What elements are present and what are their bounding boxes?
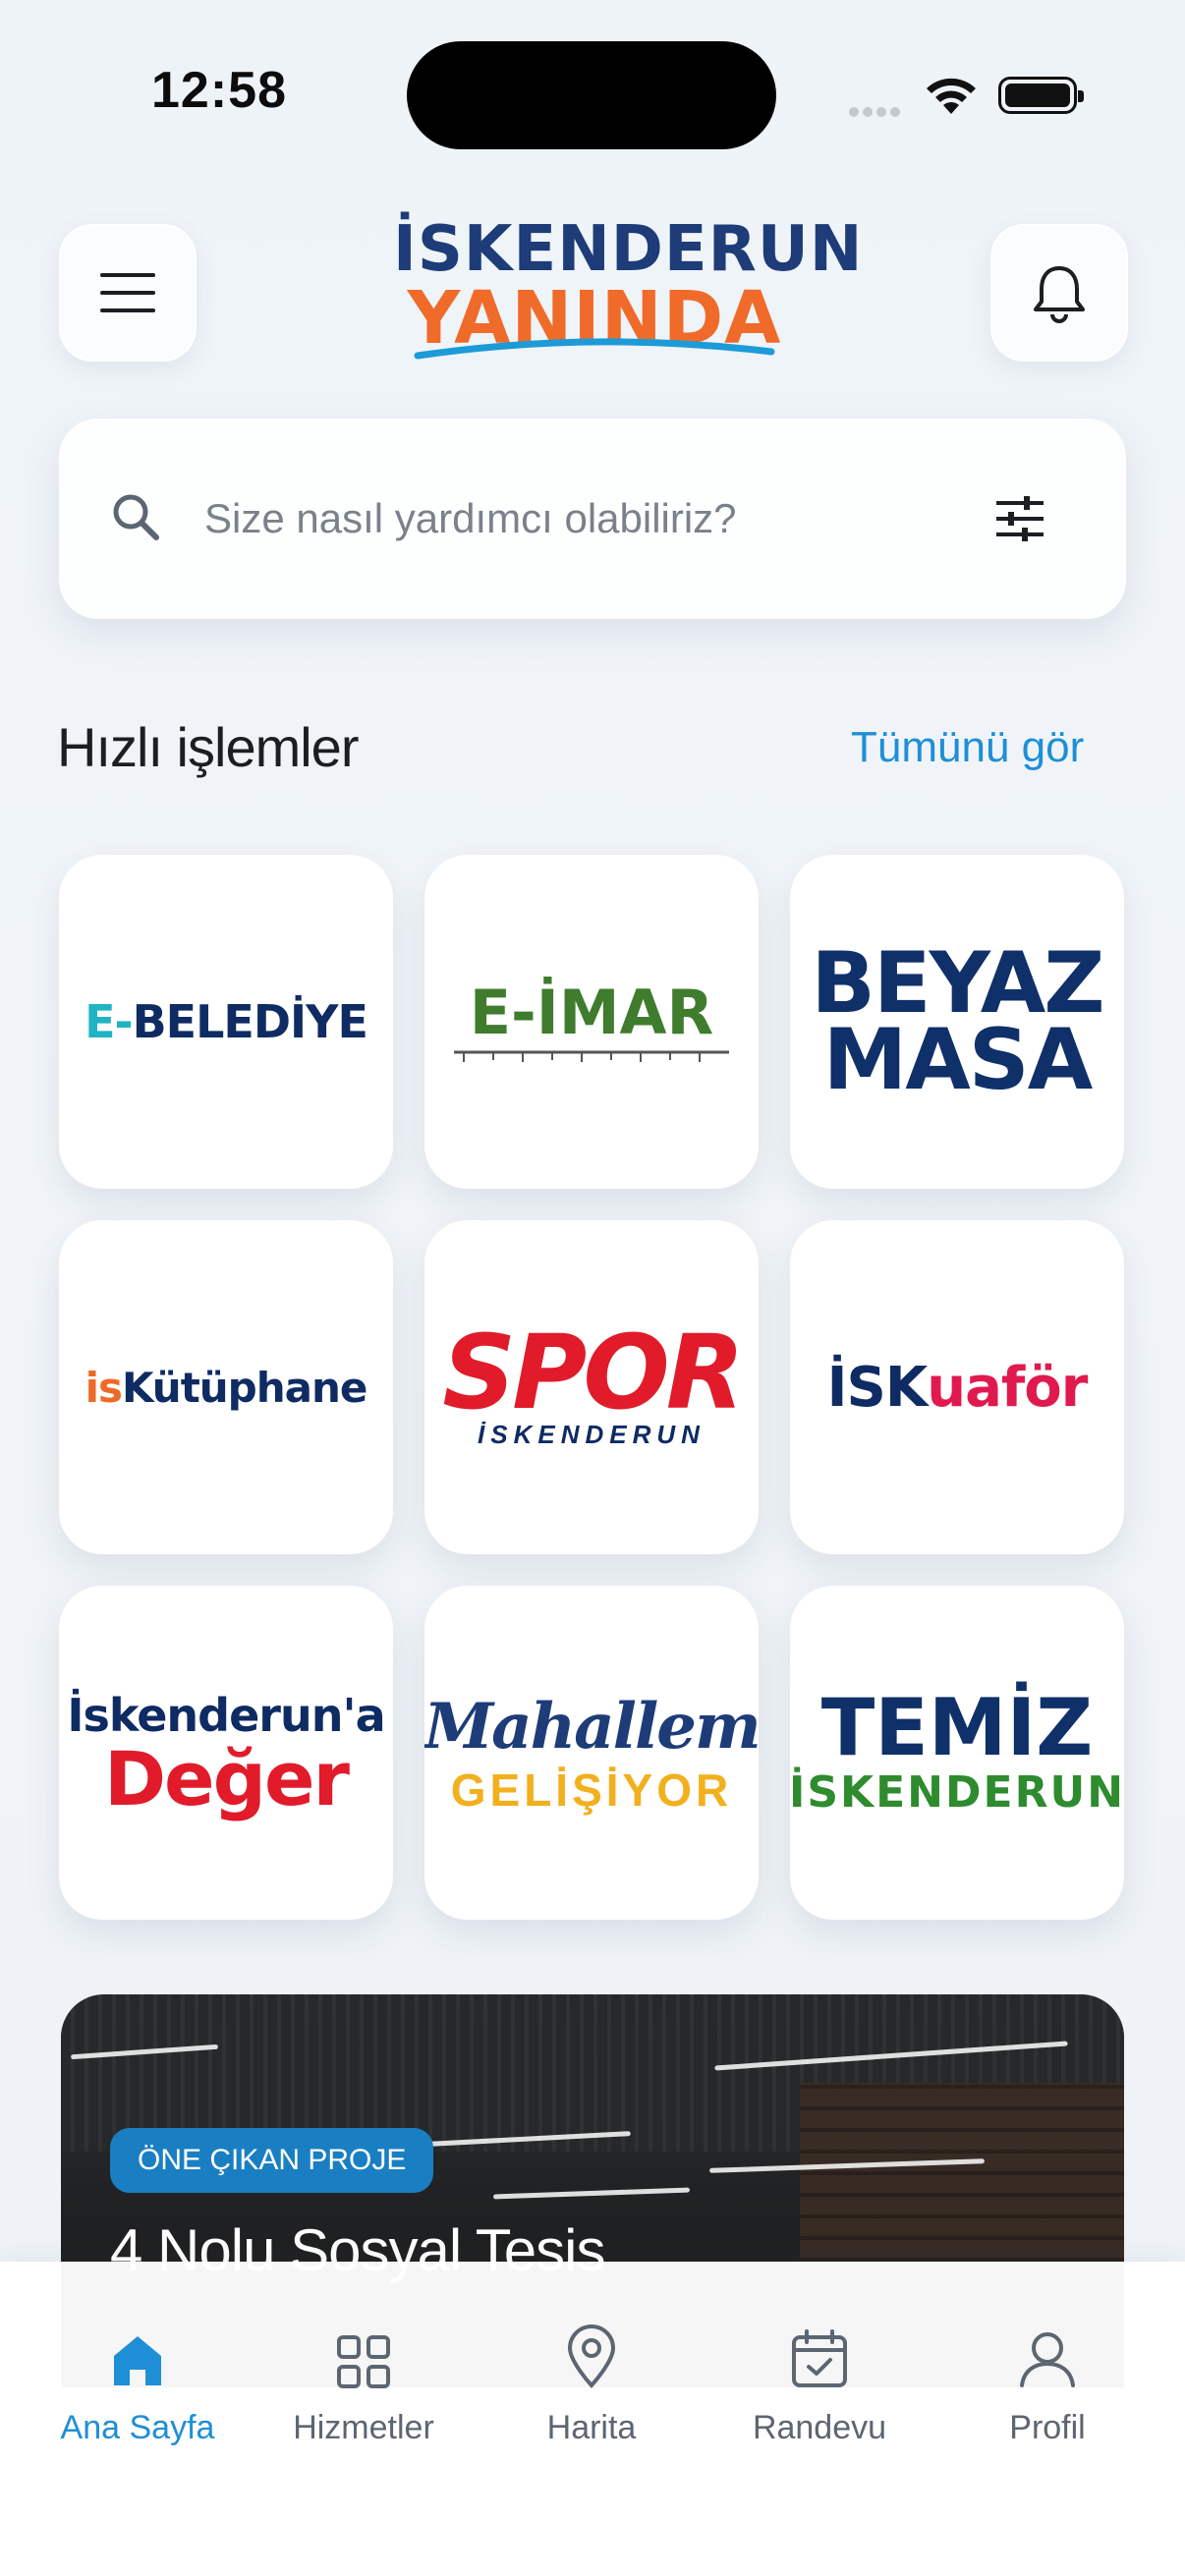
tab-label: Harita	[546, 2409, 637, 2446]
bell-icon	[1034, 266, 1085, 323]
tile-temiz[interactable]: TEMİZ İSKENDERUN	[790, 1586, 1124, 1920]
tile-e-belediye[interactable]: E-BELEDİYE	[59, 855, 393, 1189]
ruler-icon	[454, 1050, 729, 1062]
hamburger-menu-icon	[100, 273, 155, 312]
logo-wave-icon	[414, 338, 775, 360]
dynamic-island	[407, 41, 776, 149]
user-icon	[1020, 2332, 1075, 2387]
status-time: 12:58	[151, 62, 287, 119]
featured-badge: ÖNE ÇIKAN PROJE	[110, 2128, 434, 2193]
eimar-name: E-İMAR	[469, 976, 714, 1048]
deger-line1: İskenderun'a	[67, 1689, 385, 1742]
tile-deger[interactable]: İskenderun'a Değer	[59, 1586, 393, 1920]
bottom-tab-bar: Ana Sayfa Hizmetler Harita Randevu Profi…	[0, 2262, 1185, 2576]
tab-label: Hizmetler	[293, 2409, 434, 2446]
tab-map[interactable]: Harita	[493, 2315, 690, 2447]
map-pin-icon	[567, 2324, 616, 2388]
kutuphane-name: Kütüphane	[122, 1363, 367, 1412]
tab-services[interactable]: Hizmetler	[265, 2315, 462, 2447]
sliders-icon[interactable]	[994, 493, 1045, 544]
search-icon	[113, 494, 159, 540]
mahallem-line2: GELİŞİYOR	[450, 1764, 733, 1816]
tab-profile[interactable]: Profil	[949, 2315, 1146, 2447]
tile-kutuphane[interactable]: isKütüphane	[59, 1220, 393, 1554]
home-icon	[114, 2336, 161, 2385]
tab-home[interactable]: Ana Sayfa	[39, 2315, 236, 2447]
tab-label: Randevu	[752, 2409, 887, 2446]
tile-mahallem[interactable]: Mahallem GELİŞİYOR	[424, 1586, 759, 1920]
kuafor-name: uaför	[927, 1355, 1088, 1420]
search-input[interactable]: Size nasıl yardımcı olabiliriz?	[204, 495, 737, 542]
tab-label: Profil	[1009, 2409, 1086, 2446]
mahallem-line1: Mahallem	[424, 1689, 759, 1764]
tab-appointment[interactable]: Randevu	[721, 2315, 918, 2447]
temiz-line1: TEMİZ	[820, 1681, 1094, 1773]
ebelediye-name: BELEDİYE	[132, 995, 368, 1048]
spor-sub: İSKENDERUN	[478, 1419, 705, 1449]
deger-line2: Değer	[103, 1735, 350, 1822]
search-bar[interactable]: Size nasıl yardımcı olabiliriz?	[59, 419, 1126, 619]
calendar-check-icon	[792, 2329, 847, 2387]
tile-kuafor[interactable]: İSKuaför	[790, 1220, 1124, 1554]
status-bar: 12:58	[0, 0, 1185, 187]
ebelediye-prefix: E-	[85, 995, 134, 1048]
tab-label: Ana Sayfa	[60, 2409, 215, 2446]
notifications-button[interactable]	[990, 224, 1128, 362]
kutuphane-prefix: is	[85, 1363, 123, 1412]
beyazmasa-line2: MASA	[822, 1011, 1094, 1109]
tile-beyaz-masa[interactable]: BEYAZ MASA	[790, 855, 1124, 1189]
logo-line1: İSKENDERUN	[393, 213, 864, 286]
temiz-line2: İSKENDERUN	[790, 1766, 1124, 1818]
see-all-link[interactable]: Tümünü gör	[851, 723, 1084, 772]
battery-icon	[998, 77, 1084, 114]
menu-button[interactable]	[59, 224, 197, 362]
app-logo: İSKENDERUN YANINDA	[393, 213, 864, 367]
tile-e-imar[interactable]: E-İMAR	[424, 855, 759, 1189]
cellular-signal-icon	[849, 104, 908, 118]
spor-name: SPOR	[442, 1312, 745, 1432]
kuafor-prefix: İSK	[826, 1355, 929, 1420]
tile-spor[interactable]: SPOR İSKENDERUN	[424, 1220, 759, 1554]
section-title: Hızlı işlemler	[57, 716, 359, 778]
wifi-icon	[927, 78, 976, 114]
grid-icon	[337, 2335, 390, 2388]
